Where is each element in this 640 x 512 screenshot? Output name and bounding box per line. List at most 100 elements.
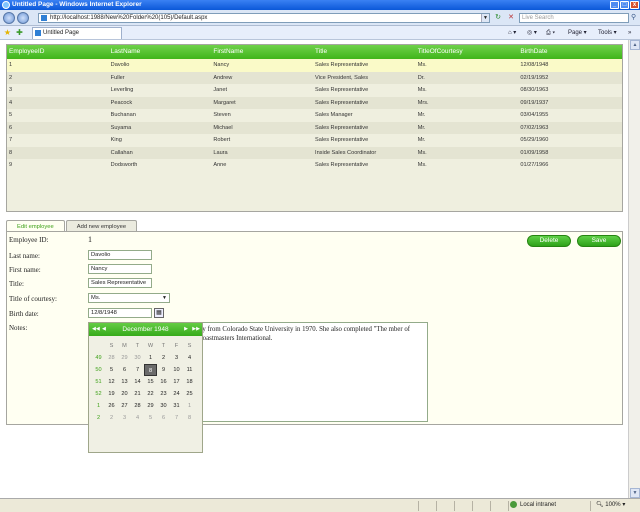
vertical-scrollbar[interactable]: ▲ ▼ (628, 40, 640, 498)
calendar-day[interactable]: 21 (131, 388, 144, 400)
favorites-star-icon[interactable]: ★ (3, 28, 12, 37)
calendar-day[interactable]: 13 (118, 376, 131, 388)
calendar-day[interactable]: 9 (157, 364, 170, 376)
forward-icon[interactable] (17, 12, 29, 24)
calendar-day[interactable]: 4 (183, 352, 196, 364)
table-row[interactable]: 2 Fuller Andrew Vice President, Sales Dr. 02/… (7, 71, 622, 84)
first-name-field[interactable]: Nancy (88, 264, 152, 274)
calendar-day[interactable]: 27 (118, 400, 131, 412)
calendar-day[interactable]: 28 (131, 400, 144, 412)
calendar-day[interactable]: 30 (131, 352, 144, 364)
calendar-day[interactable]: 2 (105, 412, 118, 424)
calendar-month-label[interactable]: December 1948 (122, 326, 168, 333)
week-number[interactable]: 51 (92, 376, 105, 388)
last-name-field[interactable]: Davolio (88, 250, 152, 260)
stop-icon[interactable]: ✕ (507, 14, 515, 22)
search-input[interactable]: Live Search (519, 13, 629, 23)
calendar-day[interactable]: 25 (183, 388, 196, 400)
zoom-control[interactable]: 🔍︎ 100% ▾ (596, 499, 625, 512)
print-icon[interactable]: ⎙ ▾ (546, 28, 555, 38)
next-year-icon[interactable]: ▶▶ (192, 323, 200, 336)
calendar-day[interactable]: 6 (118, 364, 131, 376)
search-icon[interactable]: ⚲ (631, 13, 639, 23)
column-header[interactable]: FirstName (211, 45, 313, 59)
delete-button[interactable]: Delete (527, 235, 571, 247)
title-field[interactable]: Sales Representative (88, 278, 152, 288)
prev-year-icon[interactable]: ◀◀ (92, 323, 100, 336)
calendar-day[interactable]: 22 (144, 388, 157, 400)
week-number[interactable]: 2 (92, 412, 105, 424)
calendar-day[interactable]: 2 (157, 352, 170, 364)
week-number[interactable]: 1 (92, 400, 105, 412)
calendar-day[interactable]: 15 (144, 376, 157, 388)
calendar-icon[interactable]: ▦ (154, 308, 164, 318)
selected-day[interactable]: 8 (144, 364, 157, 376)
back-icon[interactable] (3, 12, 15, 24)
maximize-button[interactable]: □ (620, 1, 629, 9)
calendar-day[interactable]: 29 (144, 400, 157, 412)
table-row[interactable]: 6 Suyama Michael Sales Representative Mr. 07/… (7, 121, 622, 134)
table-row[interactable]: 7 King Robert Sales Representative Mr. 05/29/… (7, 134, 622, 147)
calendar-day[interactable]: 7 (170, 412, 183, 424)
url-dropdown-icon[interactable]: ▼ (481, 14, 489, 22)
calendar-day[interactable]: 28 (105, 352, 118, 364)
save-button[interactable]: Save (577, 235, 621, 247)
table-row[interactable]: 9 Dodsworth Anne Sales Representative Ms. 01/… (7, 159, 622, 172)
browser-tab[interactable]: Untitled Page (32, 27, 122, 39)
column-header[interactable]: LastName (109, 45, 212, 59)
scroll-up-icon[interactable]: ▲ (630, 40, 640, 50)
security-zone[interactable]: Local intranet (510, 499, 556, 512)
minimize-button[interactable]: _ (610, 1, 619, 9)
page-menu[interactable]: Page ▾ (568, 28, 587, 38)
week-number[interactable]: 52 (92, 388, 105, 400)
calendar-day[interactable]: 7 (131, 364, 144, 376)
column-header[interactable]: Title (313, 45, 416, 59)
calendar-day[interactable]: 19 (105, 388, 118, 400)
week-number[interactable]: 49 (92, 352, 105, 364)
calendar-day[interactable]: 5 (105, 364, 118, 376)
close-button[interactable]: x (630, 1, 639, 9)
refresh-icon[interactable]: ↻ (494, 14, 502, 22)
calendar-day[interactable]: 1 (183, 400, 196, 412)
column-header[interactable]: EmployeeID (7, 45, 109, 59)
birth-date-field[interactable]: 12/8/1948 (88, 308, 152, 318)
feeds-icon[interactable]: ◎ ▾ (527, 28, 537, 38)
calendar-day[interactable]: 29 (118, 352, 131, 364)
calendar-day[interactable]: 11 (183, 364, 196, 376)
table-row[interactable]: 1 Davolio Nancy Sales Representative Ms. 12/0… (7, 59, 622, 72)
calendar-day[interactable]: 30 (157, 400, 170, 412)
calendar-day[interactable]: 3 (170, 352, 183, 364)
table-row[interactable]: 3 Leverling Janet Sales Representative Ms. 08… (7, 84, 622, 97)
table-row[interactable]: 5 Buchanan Steven Sales Manager Mr. 03/04/195… (7, 109, 622, 122)
courtesy-select[interactable]: Ms. ▼ (88, 293, 170, 303)
calendar-day[interactable]: 26 (105, 400, 118, 412)
calendar-day[interactable]: 4 (131, 412, 144, 424)
add-favorite-icon[interactable]: ✚ (15, 28, 24, 37)
table-row[interactable]: 8 Callahan Laura Inside Sales Coordinator Ms… (7, 146, 622, 159)
calendar-day[interactable]: 31 (170, 400, 183, 412)
calendar-day[interactable]: 8 (183, 412, 196, 424)
calendar-day[interactable]: 20 (118, 388, 131, 400)
calendar-day[interactable]: 18 (183, 376, 196, 388)
week-number[interactable]: 50 (92, 364, 105, 376)
column-header[interactable]: BirthDate (518, 45, 622, 59)
next-month-icon[interactable]: ▶ (184, 323, 188, 336)
more-commands-icon[interactable]: » (628, 28, 631, 38)
calendar-day[interactable]: 10 (170, 364, 183, 376)
home-icon[interactable]: ⌂ ▾ (508, 28, 516, 38)
column-header[interactable]: TitleOfCourtesy (416, 45, 519, 59)
prev-month-icon[interactable]: ◀ (102, 323, 106, 336)
scroll-down-icon[interactable]: ▼ (630, 488, 640, 498)
calendar-day[interactable]: 24 (170, 388, 183, 400)
calendar-day[interactable]: 17 (170, 376, 183, 388)
table-row[interactable]: 4 Peacock Margaret Sales Representative Mrs.… (7, 96, 622, 109)
calendar-day[interactable]: 3 (118, 412, 131, 424)
calendar-day[interactable]: 1 (144, 352, 157, 364)
calendar-day[interactable]: 6 (157, 412, 170, 424)
calendar-day[interactable]: 16 (157, 376, 170, 388)
calendar-day[interactable]: 23 (157, 388, 170, 400)
calendar-day[interactable]: 14 (131, 376, 144, 388)
calendar-day[interactable]: 5 (144, 412, 157, 424)
calendar-day[interactable]: 12 (105, 376, 118, 388)
url-input[interactable]: http://localhost:1988/New%20Folder%20(10… (38, 13, 490, 23)
